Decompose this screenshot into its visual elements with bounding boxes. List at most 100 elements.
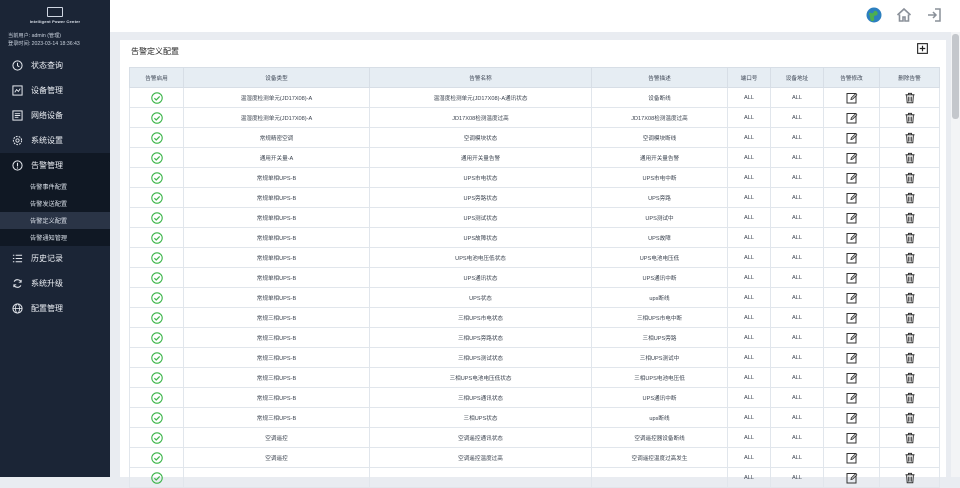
edit-icon[interactable] [846, 212, 858, 224]
enabled-cell[interactable] [129, 407, 184, 428]
logout-icon[interactable] [926, 7, 942, 23]
check-circle-icon[interactable] [150, 391, 163, 404]
trash-icon[interactable] [904, 452, 916, 464]
check-circle-icon[interactable] [150, 171, 163, 184]
trash-icon[interactable] [904, 152, 916, 164]
check-circle-icon[interactable] [150, 351, 163, 364]
edit-icon[interactable] [846, 472, 858, 484]
trash-icon[interactable] [904, 112, 916, 124]
trash-icon[interactable] [904, 352, 916, 364]
nav-sub-define[interactable]: 告警定义配置 [0, 212, 110, 229]
address-cell: ALL [770, 87, 824, 108]
check-circle-icon[interactable] [150, 271, 163, 284]
trash-icon[interactable] [904, 272, 916, 284]
trash-icon[interactable] [904, 412, 916, 424]
enabled-cell[interactable] [129, 167, 184, 188]
check-circle-icon[interactable] [150, 331, 163, 344]
check-circle-icon[interactable] [150, 91, 163, 104]
nav-item-upgrade[interactable]: 系统升级 [0, 271, 110, 296]
nav-item-devices[interactable]: 设备管理 [0, 78, 110, 103]
edit-icon[interactable] [846, 392, 858, 404]
edit-icon[interactable] [846, 112, 858, 124]
trash-icon[interactable] [904, 392, 916, 404]
add-square-icon[interactable] [917, 43, 928, 54]
check-circle-icon[interactable] [150, 311, 163, 324]
check-circle-icon[interactable] [150, 251, 163, 264]
trash-icon[interactable] [904, 172, 916, 184]
enabled-cell[interactable] [129, 467, 184, 488]
enabled-cell[interactable] [129, 207, 184, 228]
edit-icon[interactable] [846, 312, 858, 324]
nav-label-alarm: 告警管理 [31, 161, 63, 170]
trash-icon[interactable] [904, 332, 916, 344]
edit-icon[interactable] [846, 92, 858, 104]
enabled-cell[interactable] [129, 327, 184, 348]
edit-icon[interactable] [846, 292, 858, 304]
nav-item-status[interactable]: 状态查询 [0, 53, 110, 78]
enabled-cell[interactable] [129, 247, 184, 268]
enabled-cell[interactable] [129, 287, 184, 308]
enabled-cell[interactable] [129, 107, 184, 128]
trash-icon[interactable] [904, 92, 916, 104]
edit-icon[interactable] [846, 192, 858, 204]
trash-icon[interactable] [904, 372, 916, 384]
enabled-cell[interactable] [129, 127, 184, 148]
edit-icon[interactable] [846, 352, 858, 364]
check-circle-icon[interactable] [150, 431, 163, 444]
check-circle-icon[interactable] [150, 151, 163, 164]
enabled-cell[interactable] [129, 187, 184, 208]
edit-icon[interactable] [846, 272, 858, 284]
trash-icon[interactable] [904, 252, 916, 264]
edit-icon[interactable] [846, 252, 858, 264]
check-circle-icon[interactable] [150, 111, 163, 124]
edit-icon[interactable] [846, 452, 858, 464]
nav-item-system[interactable]: 系统设置 [0, 128, 110, 153]
enabled-cell[interactable] [129, 347, 184, 368]
edit-icon[interactable] [846, 232, 858, 244]
home-icon[interactable] [896, 7, 912, 23]
nav-item-config[interactable]: 配置管理 [0, 296, 110, 321]
check-circle-icon[interactable] [150, 411, 163, 424]
edit-icon[interactable] [846, 412, 858, 424]
check-circle-icon[interactable] [150, 191, 163, 204]
trash-icon[interactable] [904, 232, 916, 244]
edit-icon[interactable] [846, 372, 858, 384]
enabled-cell[interactable] [129, 147, 184, 168]
enabled-cell[interactable] [129, 87, 184, 108]
enabled-cell[interactable] [129, 307, 184, 328]
check-circle-icon[interactable] [150, 451, 163, 464]
nav-item-history[interactable]: 历史记录 [0, 246, 110, 271]
edit-icon[interactable] [846, 132, 858, 144]
nav-sub-notify[interactable]: 告警通知管理 [0, 229, 110, 246]
trash-icon[interactable] [904, 312, 916, 324]
enabled-cell[interactable] [129, 267, 184, 288]
check-circle-icon[interactable] [150, 231, 163, 244]
check-circle-icon[interactable] [150, 371, 163, 384]
nav-sub-event[interactable]: 告警事件配置 [0, 178, 110, 195]
page-scrollbar-thumb[interactable] [952, 34, 959, 119]
edit-icon[interactable] [846, 152, 858, 164]
trash-icon[interactable] [904, 432, 916, 444]
enabled-cell[interactable] [129, 367, 184, 388]
edit-icon[interactable] [846, 172, 858, 184]
check-circle-icon[interactable] [150, 471, 163, 484]
trash-icon[interactable] [904, 192, 916, 204]
trash-icon[interactable] [904, 292, 916, 304]
edit-icon[interactable] [846, 432, 858, 444]
enabled-cell[interactable] [129, 447, 184, 468]
globe-language-icon[interactable] [866, 7, 882, 23]
nav-item-network[interactable]: 网络设备 [0, 103, 110, 128]
nav-sub-send[interactable]: 告警发送配置 [0, 195, 110, 212]
trash-icon[interactable] [904, 472, 916, 484]
check-circle-icon[interactable] [150, 131, 163, 144]
enabled-cell[interactable] [129, 387, 184, 408]
nav-item-alarm[interactable]: 告警管理 [0, 153, 110, 178]
enabled-cell[interactable] [129, 427, 184, 448]
check-circle-icon[interactable] [150, 211, 163, 224]
table-row: 常规单相UPS-B UPS故障状态 UPS故障 ALL ALL [129, 227, 940, 248]
check-circle-icon[interactable] [150, 291, 163, 304]
trash-icon[interactable] [904, 132, 916, 144]
edit-icon[interactable] [846, 332, 858, 344]
trash-icon[interactable] [904, 212, 916, 224]
enabled-cell[interactable] [129, 227, 184, 248]
